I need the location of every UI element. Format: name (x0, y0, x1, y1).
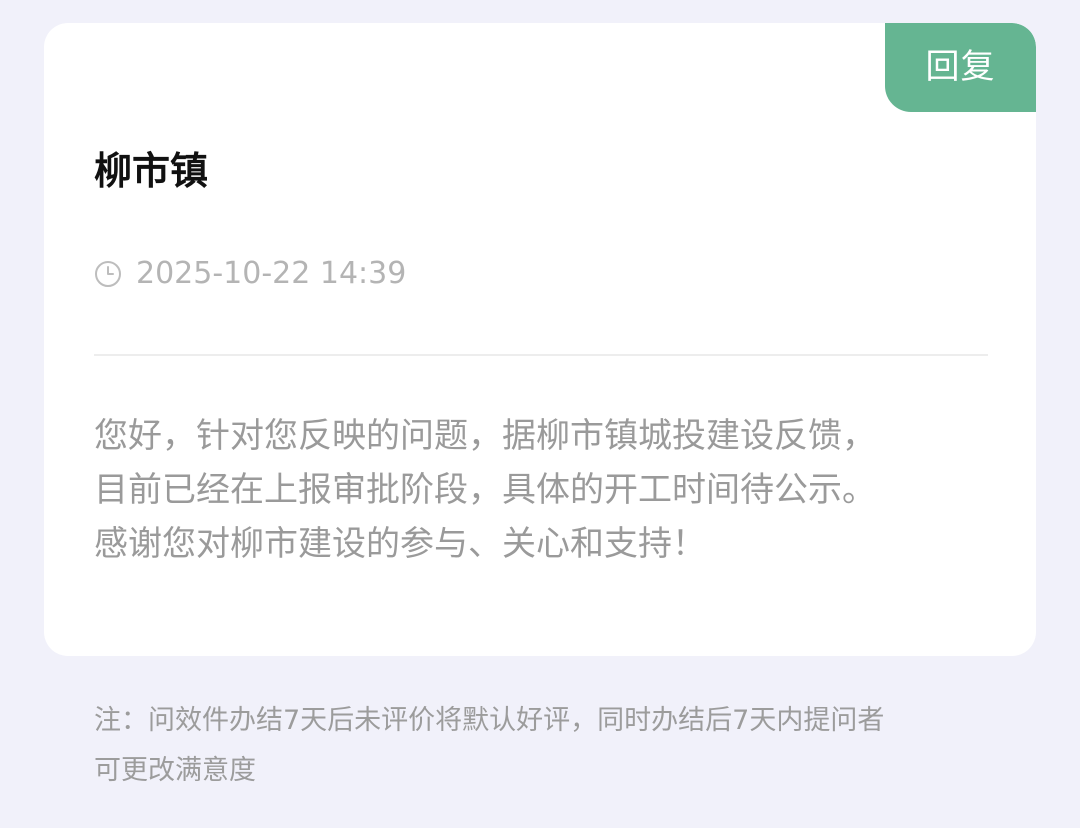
reply-badge: 回复 (885, 23, 1036, 112)
note-line: 注：问效件办结7天后未评价将默认好评，同时办结后7天内提问者 (94, 705, 885, 736)
evaluation-note: 注：问效件办结7天后未评价将默认好评，同时办结后7天内提问者 可更改满意度 (94, 696, 994, 796)
clock-icon (94, 260, 122, 288)
reply-content: 您好，针对您反映的问题，据柳市镇城投建设反馈， 目前已经在上报审批阶段，具体的开… (94, 409, 994, 571)
reply-card: 回复 柳市镇 2025-10-22 14:39 您好，针对您反映的问题，据柳市镇… (44, 23, 1036, 656)
reply-title: 柳市镇 (94, 149, 209, 193)
divider (94, 354, 988, 356)
note-line: 可更改满意度 (94, 755, 256, 786)
timestamp-row: 2025-10-22 14:39 (94, 256, 406, 292)
reply-content-line: 您好，针对您反映的问题，据柳市镇城投建设反馈， (94, 416, 876, 456)
reply-content-line: 感谢您对柳市建设的参与、关心和支持！ (94, 524, 706, 564)
reply-timestamp: 2025-10-22 14:39 (136, 256, 407, 291)
reply-content-line: 目前已经在上报审批阶段，具体的开工时间待公示。 (94, 470, 876, 510)
